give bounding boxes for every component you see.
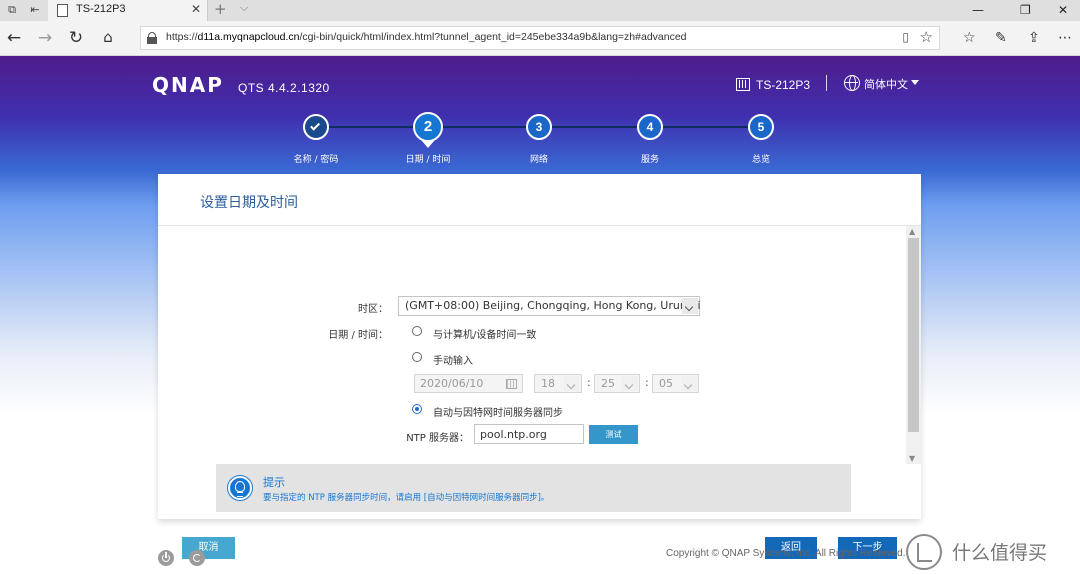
qnap-logo: QNAP xyxy=(152,73,224,97)
chevron-down-icon xyxy=(682,298,698,314)
refresh-icon[interactable]: ↻ xyxy=(66,28,86,48)
title-divider xyxy=(158,225,921,226)
favorite-star-icon[interactable]: ☆ xyxy=(920,28,933,46)
forward-arrow-icon[interactable]: → xyxy=(35,28,55,48)
radio-manual[interactable] xyxy=(412,352,422,362)
minute-select[interactable]: 25 xyxy=(594,374,640,393)
timezone-value: (GMT+08:00) Beijing, Chongqing, Hong Kon… xyxy=(405,299,701,312)
qnap-setup-page: QNAP QTS 4.4.2.1320 TS-212P3 简体中文 2 3 4 … xyxy=(0,56,1080,575)
step-label-network: 网络 xyxy=(529,155,548,165)
step-1-done-circle xyxy=(303,114,329,140)
test-button[interactable]: 测试 xyxy=(589,425,638,444)
ntp-server-value: pool.ntp.org xyxy=(480,428,547,441)
globe-icon[interactable] xyxy=(844,75,860,91)
tab-title: TS-212P3 xyxy=(76,3,126,15)
chevron-down-icon xyxy=(564,376,580,391)
step-label-name-password: 名称 / 密码 xyxy=(293,155,339,165)
device-name: TS-212P3 xyxy=(756,78,811,92)
lock-icon xyxy=(147,32,157,44)
scrollbar-thumb[interactable] xyxy=(908,238,919,432)
scroll-up-icon[interactable]: ▲ xyxy=(909,227,915,236)
tip-box: 提示 要与指定的 NTP 服务器同步时间，请启用 [自动与因特网时间服务器同步]… xyxy=(216,464,851,512)
date-value: 2020/06/10 xyxy=(420,377,484,390)
watermark-text: 什么值得买 xyxy=(952,542,1048,564)
hour-value: 18 xyxy=(541,377,555,390)
url-text: https://d11a.myqnapcloud.cn/cgi-bin/quic… xyxy=(166,31,687,43)
page-icon xyxy=(57,4,68,17)
home-icon[interactable]: ⌂ xyxy=(98,28,118,46)
step-3-circle: 3 xyxy=(526,114,552,140)
time-separator: : xyxy=(645,376,649,389)
time-separator: : xyxy=(587,376,591,389)
second-select[interactable]: 05 xyxy=(652,374,699,393)
tab-list-chevron-icon[interactable]: ⌵ xyxy=(240,1,248,15)
minimize-icon[interactable]: — xyxy=(972,3,984,17)
calendar-icon[interactable] xyxy=(506,379,517,389)
chevron-down-icon xyxy=(681,376,697,391)
tip-title: 提示 xyxy=(263,476,285,489)
step-label-services: 服务 xyxy=(640,155,659,165)
option-ntp-label[interactable]: 自动与因特网时间服务器同步 xyxy=(433,404,563,419)
browser-tab-strip: ⧉ ⇤ TS-212P3 ✕ + ⌵ — ❐ ✕ xyxy=(0,0,1080,21)
language-selector[interactable]: 简体中文 xyxy=(864,76,908,92)
ntp-server-input[interactable]: pool.ntp.org xyxy=(474,424,584,444)
back-arrow-icon[interactable]: ← xyxy=(4,28,24,48)
setup-dialog: 设置日期及时间 ▲ ▼ 时区： (GMT+08:00) Beijing, Cho… xyxy=(158,174,921,559)
pen-icon[interactable]: ✎ xyxy=(995,30,1007,46)
step-4-circle: 4 xyxy=(637,114,663,140)
address-bar-row: ← → ↻ ⌂ https://d11a.myqnapcloud.cn/cgi-… xyxy=(0,21,1080,56)
tab-actions-icon[interactable]: ⧉ xyxy=(4,3,20,17)
restart-icon[interactable] xyxy=(189,550,205,566)
new-tab-icon[interactable]: + xyxy=(214,0,227,18)
lightbulb-icon xyxy=(228,476,252,500)
hour-select[interactable]: 18 xyxy=(534,374,582,393)
dialog-title: 设置日期及时间 xyxy=(200,195,298,211)
step-label-date-time: 日期 / 时间 xyxy=(405,155,451,165)
language-caret-icon[interactable] xyxy=(911,80,919,85)
more-menu-icon[interactable]: ⋯ xyxy=(1058,30,1072,46)
restore-icon[interactable]: ❐ xyxy=(1020,3,1031,17)
date-field[interactable]: 2020/06/10 xyxy=(414,374,523,393)
scroll-down-icon[interactable]: ▼ xyxy=(909,454,915,463)
minute-value: 25 xyxy=(601,377,615,390)
firmware-version: QTS 4.4.2.1320 xyxy=(238,81,330,95)
checkmark-icon xyxy=(309,120,320,131)
watermark-logo-icon xyxy=(906,534,942,570)
timezone-label: 时区： xyxy=(358,304,388,315)
browser-tab[interactable]: TS-212P3 ✕ xyxy=(48,0,208,21)
ntp-server-label: NTP 服务器： xyxy=(406,433,469,444)
window-close-icon[interactable]: ✕ xyxy=(1058,3,1068,17)
second-value: 05 xyxy=(659,377,673,390)
nas-device-icon xyxy=(736,78,750,91)
step-label-summary: 总览 xyxy=(751,155,770,165)
share-icon[interactable]: ⇪ xyxy=(1028,30,1040,46)
url-field[interactable]: https://d11a.myqnapcloud.cn/cgi-bin/quic… xyxy=(140,26,940,50)
timezone-select[interactable]: (GMT+08:00) Beijing, Chongqing, Hong Kon… xyxy=(398,296,701,316)
reading-view-icon[interactable]: ▯ xyxy=(902,30,909,44)
active-step-pointer xyxy=(422,141,434,148)
copyright-text: Copyright © QNAP Systems, Inc. All Right… xyxy=(666,548,906,559)
option-manual-label[interactable]: 手动输入 xyxy=(433,352,473,367)
header-divider xyxy=(826,75,827,91)
power-icon[interactable] xyxy=(158,550,174,566)
dialog-scrollbar[interactable]: ▲ ▼ xyxy=(906,226,921,464)
close-tab-icon[interactable]: ✕ xyxy=(191,2,201,16)
option-sync-pc-label[interactable]: 与计算机/设备时间一致 xyxy=(433,326,536,341)
radio-ntp[interactable] xyxy=(412,404,422,414)
datetime-label: 日期 / 时间： xyxy=(328,330,388,341)
radio-sync-pc[interactable] xyxy=(412,326,422,336)
back-tabs-icon[interactable]: ⇤ xyxy=(27,3,43,17)
step-5-circle: 5 xyxy=(748,114,774,140)
chevron-down-icon xyxy=(622,376,638,391)
tip-text: 要与指定的 NTP 服务器同步时间，请启用 [自动与因特网时间服务器同步]。 xyxy=(263,493,550,503)
favorites-icon[interactable]: ☆ xyxy=(963,30,976,46)
step-2-circle: 2 xyxy=(413,112,443,142)
